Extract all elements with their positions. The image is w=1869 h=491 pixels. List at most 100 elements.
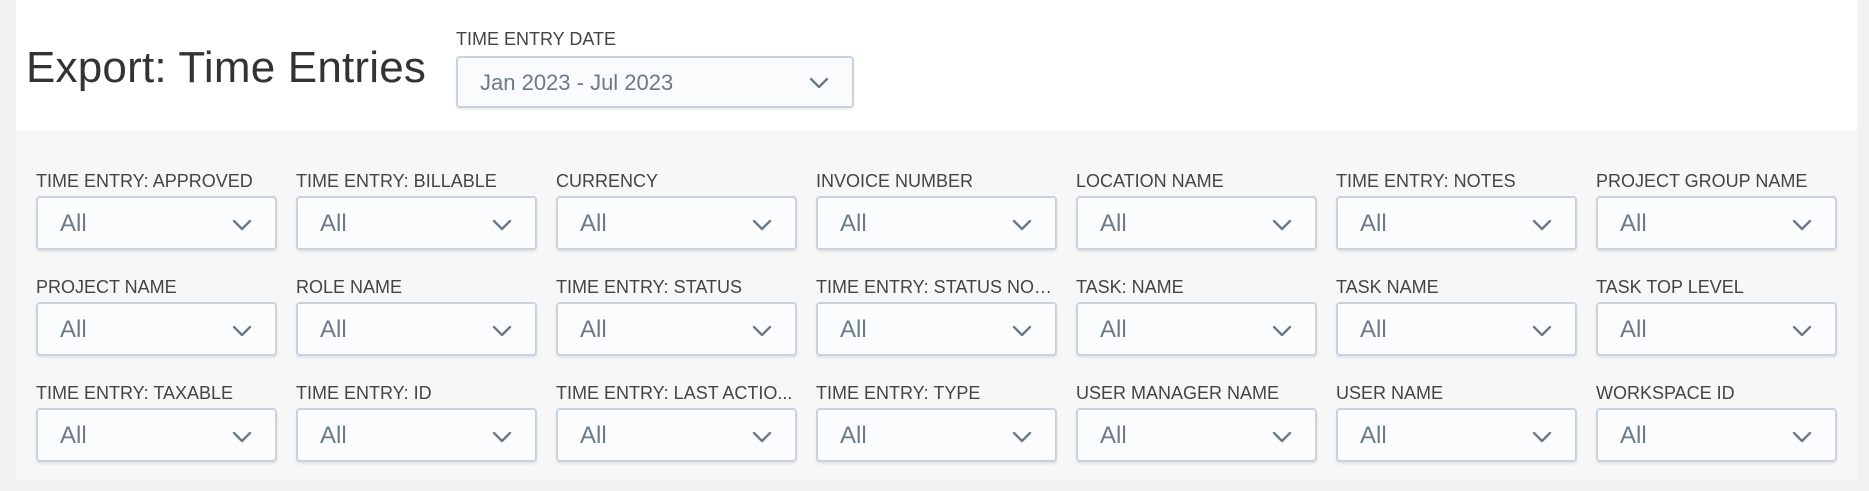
filter-dropdown[interactable]: All [296,302,537,356]
filter-value: All [1620,422,1647,449]
filter-task-name: TASK NAME All [1336,276,1577,356]
filter-dropdown[interactable]: All [1596,196,1837,250]
filter-dropdown[interactable]: All [1076,408,1317,462]
time-entry-date-label: TIME ENTRY DATE [456,29,617,49]
chevron-down-icon [1012,325,1032,337]
chevron-down-icon [752,325,772,337]
export-page: Export: Time Entries TIME ENTRY DATE Jan… [0,0,1869,491]
filter-time-entry-status: TIME ENTRY: STATUS All [556,276,797,356]
filter-grid: TIME ENTRY: APPROVED All TIME ENTRY: BILLA… [36,170,1837,462]
filter-dropdown[interactable]: All [296,408,537,462]
filter-dropdown[interactable]: All [816,302,1057,356]
filter-role-name: ROLE NAME All [296,276,537,356]
filter-value: All [840,316,867,343]
chevron-down-icon [1272,431,1292,443]
filter-dropdown[interactable]: All [556,408,797,462]
filter-project-group-name: PROJECT GROUP NAME All [1596,170,1837,250]
chevron-down-icon [1272,325,1292,337]
chevron-down-icon [1532,325,1552,337]
filter-dropdown[interactable]: All [1076,302,1317,356]
chevron-down-icon [232,431,252,443]
filter-time-entry-status-note: TIME ENTRY: STATUS NOTE All [816,276,1057,356]
filter-task-top-level: TASK TOP LEVEL All [1596,276,1837,356]
filter-label: LOCATION NAME [1076,171,1224,191]
filter-label: TASK TOP LEVEL [1596,277,1744,297]
filter-dropdown[interactable]: All [816,196,1057,250]
filter-dropdown[interactable]: All [36,196,277,250]
filter-label: TIME ENTRY: APPROVED [36,171,253,191]
filter-label: INVOICE NUMBER [816,171,974,191]
filter-time-entry-type: TIME ENTRY: TYPE All [816,382,1057,462]
filter-label: TIME ENTRY: TYPE [816,383,981,403]
chevron-down-icon [1532,431,1552,443]
filters-panel: TIME ENTRY: APPROVED All TIME ENTRY: BILLA… [16,130,1857,480]
filter-dropdown[interactable]: All [1336,408,1577,462]
filter-invoice-number: INVOICE NUMBER All [816,170,1057,250]
filter-dropdown[interactable]: All [556,302,797,356]
filter-dropdown[interactable]: All [1596,408,1837,462]
chevron-down-icon [1792,431,1812,443]
filter-label: TIME ENTRY: ID [296,383,432,403]
chevron-down-icon [752,219,772,231]
filter-time-entry-billable: TIME ENTRY: BILLABLE All [296,170,537,250]
filter-location-name: LOCATION NAME All [1076,170,1317,250]
filter-dropdown[interactable]: All [1336,196,1577,250]
filter-label: TIME ENTRY: TAXABLE [36,383,234,403]
filter-currency: CURRENCY All [556,170,797,250]
chevron-down-icon [232,219,252,231]
chevron-down-icon [1012,431,1032,443]
filter-value: All [1360,210,1387,237]
filter-label: WORKSPACE ID [1596,383,1735,403]
filter-value: All [580,316,607,343]
filter-label: USER NAME [1336,383,1444,403]
chevron-down-icon [809,77,829,89]
header: Export: Time Entries TIME ENTRY DATE Jan… [16,0,1857,130]
filter-dropdown[interactable]: All [36,408,277,462]
filter-value: All [840,422,867,449]
time-entry-date-value: Jan 2023 - Jul 2023 [480,70,674,95]
filter-value: All [580,210,607,237]
page-title: Export: Time Entries [26,43,427,92]
chevron-down-icon [752,431,772,443]
filter-value: All [60,316,87,343]
filter-value: All [1620,210,1647,237]
filter-label: TIME ENTRY: STATUS [556,277,743,297]
filter-value: All [1100,210,1127,237]
filter-label: CURRENCY [556,171,659,191]
filter-value: All [320,316,347,343]
filter-dropdown[interactable]: All [556,196,797,250]
filter-time-entry-notes: TIME ENTRY: NOTES All [1336,170,1577,250]
filter-label: PROJECT GROUP NAME [1596,171,1808,191]
time-entry-date-dropdown[interactable]: Jan 2023 - Jul 2023 [456,56,854,108]
filter-workspace-id: WORKSPACE ID All [1596,382,1837,462]
filter-dropdown[interactable]: All [1076,196,1317,250]
filter-project-name: PROJECT NAME All [36,276,277,356]
filter-dropdown[interactable]: All [1336,302,1577,356]
filter-user-name: USER NAME All [1336,382,1577,462]
chevron-down-icon [1532,219,1552,231]
filter-time-entry-last-actio: TIME ENTRY: LAST ACTIO... All [556,382,797,462]
filter-label: USER MANAGER NAME [1076,383,1280,403]
filter-dropdown[interactable]: All [296,196,537,250]
filter-value: All [1360,316,1387,343]
filter-value: All [60,422,87,449]
filter-value: All [580,422,607,449]
chevron-down-icon [232,325,252,337]
filter-value: All [1100,422,1127,449]
chevron-down-icon [1012,219,1032,231]
filter-time-entry-id: TIME ENTRY: ID All [296,382,537,462]
filter-dropdown[interactable]: All [1596,302,1837,356]
chevron-down-icon [492,219,512,231]
filter-value: All [840,210,867,237]
filter-label: TIME ENTRY: STATUS NOTE [816,277,1057,297]
filter-label: TASK NAME [1336,277,1439,297]
filter-dropdown[interactable]: All [36,302,277,356]
filter-value: All [1360,422,1387,449]
filter-label: TIME ENTRY: BILLABLE [296,171,497,191]
filter-value: All [1100,316,1127,343]
filter-label: PROJECT NAME [36,277,177,297]
filter-label: TIME ENTRY: LAST ACTIO... [556,383,793,403]
filter-label: TASK: NAME [1076,277,1184,297]
filter-dropdown[interactable]: All [816,408,1057,462]
filter-task-name: TASK: NAME All [1076,276,1317,356]
